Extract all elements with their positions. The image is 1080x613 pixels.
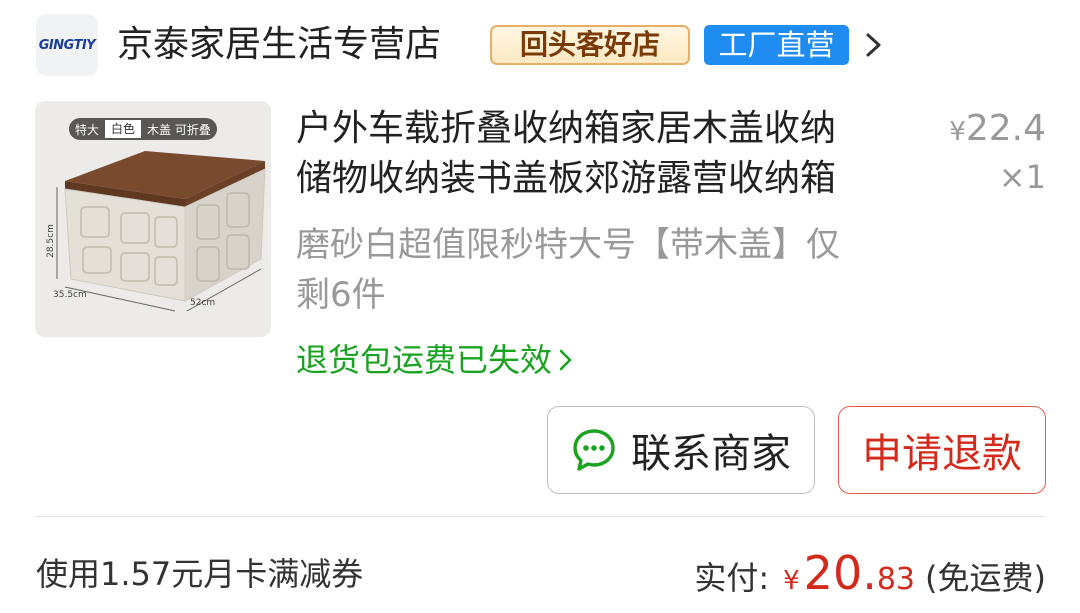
product-spec: 磨砂白超值限秒特大号【带木盖】仅 剩6件 [296,220,916,320]
storage-box-illustration: 28.5cm 35.5cm 52cm [46,151,266,312]
product-title-line: 户外车载折叠收纳箱家居木盖收纳 [296,108,837,149]
amount-paid-integer: 20. [803,546,877,600]
shop-logo-text: GINGTIY [38,37,96,53]
amount-paid-decimal: 83 [876,562,916,597]
product-spec-line: 剩6件 [296,275,386,315]
dimension-width: 52cm [190,298,215,308]
unit-price-value: 22.4 [965,108,1046,149]
price-column: ¥22.4 ×1 [949,104,1046,197]
amount-paid: 实付: ¥ 20. 83 (免运费) [694,546,1046,600]
chat-bubble-icon [573,429,615,471]
dimension-height: 28.5cm [46,224,56,258]
return-shipping-label: 退货包运费已失效 [296,341,553,379]
contact-seller-label: 联系商家 [631,431,791,477]
shop-name[interactable]: 京泰家居生活专营店 [117,22,441,68]
coupon-info: 使用1.57元月卡满减券 [36,555,364,593]
amount-paid-label: 实付: [694,559,770,597]
order-card: GINGTIY 京泰家居生活专营店 回头客好店 工厂直营 特大 白色 木盖 可折… [0,0,1080,613]
divider [35,516,1045,517]
repeat-customer-badge-label: 回头客好店 [519,28,660,61]
unit-price-currency: ¥ [949,117,966,147]
apply-refund-label: 申请退款 [862,431,1022,477]
product-title[interactable]: 户外车载折叠收纳箱家居木盖收纳 储物收纳装书盖板郊游露营收纳箱 [296,104,916,204]
unit-price: ¥22.4 [949,104,1046,157]
product-spec-line: 磨砂白超值限秒特大号【带木盖】仅 [296,225,840,265]
apply-refund-button[interactable]: 申请退款 [838,406,1046,494]
product-image[interactable]: 特大 白色 木盖 可折叠 28.5cm 35.5cm 52cm [35,101,271,337]
factory-direct-badge-label: 工厂直营 [718,28,835,62]
chevron-right-icon [559,349,572,371]
return-shipping-link[interactable]: 退货包运费已失效 [296,338,574,382]
product-title-line: 储物收纳装书盖板郊游露营收纳箱 [296,158,837,199]
shop-logo[interactable]: GINGTIY [36,14,98,76]
dimension-depth: 35.5cm [53,290,87,300]
amount-paid-currency: ¥ [783,566,800,596]
factory-direct-badge: 工厂直营 [704,25,849,65]
chevron-right-icon[interactable] [862,30,886,60]
contact-seller-button[interactable]: 联系商家 [547,406,815,494]
repeat-customer-badge: 回头客好店 [490,25,690,65]
shipping-note: (免运费) [925,559,1046,597]
quantity: ×1 [998,158,1046,196]
